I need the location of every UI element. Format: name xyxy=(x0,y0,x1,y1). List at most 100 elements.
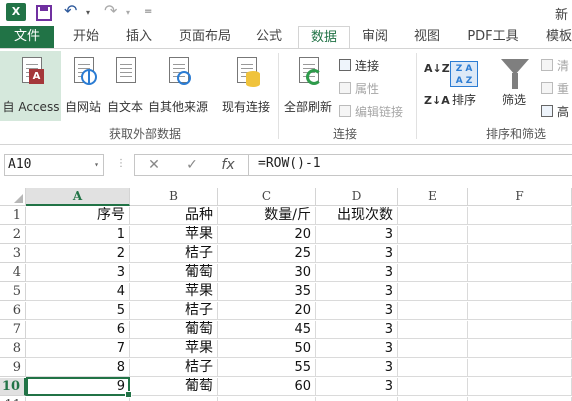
from-web-button[interactable]: 自网站 xyxy=(64,57,102,119)
active-cell-selection[interactable] xyxy=(26,377,132,398)
filter-button[interactable]: 筛选 xyxy=(502,91,526,108)
sort-az-button[interactable]: A↓Z xyxy=(424,63,450,74)
properties-button[interactable]: 属性 xyxy=(339,80,379,97)
grid-cell[interactable]: 苹果 xyxy=(130,340,218,358)
grid-cell[interactable]: 35 xyxy=(218,283,316,301)
grid-cell[interactable]: 4 xyxy=(26,283,130,301)
cancel-icon[interactable]: ✕ xyxy=(142,155,166,175)
grid-cell[interactable] xyxy=(468,264,572,282)
grid-cell[interactable]: 45 xyxy=(218,321,316,339)
column-header-c[interactable]: C xyxy=(218,188,316,206)
grid-cell[interactable]: 序号 xyxy=(26,207,130,225)
grid-cell[interactable] xyxy=(468,321,572,339)
tab-formulas[interactable]: 公式 xyxy=(246,26,292,49)
grid-cell[interactable] xyxy=(468,340,572,358)
from-text-button[interactable]: 自文本 xyxy=(106,57,144,119)
sort-button[interactable]: 排序 xyxy=(452,91,476,108)
row-header[interactable]: 5 xyxy=(0,283,26,301)
grid-cell[interactable] xyxy=(398,264,468,282)
grid-cell[interactable] xyxy=(398,321,468,339)
grid-cell[interactable]: 3 xyxy=(316,226,398,244)
grid-cell[interactable] xyxy=(316,397,398,401)
grid-cell[interactable]: 苹果 xyxy=(130,283,218,301)
grid-cell[interactable]: 3 xyxy=(316,245,398,263)
grid-cell[interactable]: 3 xyxy=(316,340,398,358)
redo-icon[interactable]: ↷ xyxy=(104,1,117,20)
grid-cell[interactable]: 3 xyxy=(316,359,398,377)
grid-cell[interactable] xyxy=(218,397,316,401)
tab-templates[interactable]: 模板 xyxy=(536,26,572,49)
grid-cell[interactable]: 55 xyxy=(218,359,316,377)
clear-filter-button[interactable]: 清 xyxy=(541,57,569,74)
tab-view[interactable]: 视图 xyxy=(404,26,450,49)
grid-cell[interactable] xyxy=(398,226,468,244)
grid-cell[interactable]: 5 xyxy=(26,302,130,320)
grid-cell[interactable]: 8 xyxy=(26,359,130,377)
insert-function-icon[interactable]: fx xyxy=(216,155,240,175)
row-header[interactable]: 11 xyxy=(0,397,26,401)
reapply-button[interactable]: 重 xyxy=(541,80,569,97)
grid-cell[interactable]: 6 xyxy=(26,321,130,339)
sort-icon[interactable]: Z AA Z xyxy=(450,61,478,87)
connections-button[interactable]: 连接 xyxy=(339,57,379,74)
grid-cell[interactable] xyxy=(398,302,468,320)
column-header-d[interactable]: D xyxy=(316,188,398,206)
grid-cell[interactable]: 3 xyxy=(316,283,398,301)
tab-page-layout[interactable]: 页面布局 xyxy=(168,26,242,49)
grid-cell[interactable]: 桔子 xyxy=(130,359,218,377)
grid-cell[interactable]: 1 xyxy=(26,226,130,244)
edit-links-button[interactable]: 编辑链接 xyxy=(339,103,403,120)
grid-cell[interactable]: 50 xyxy=(218,340,316,358)
grid-cell[interactable] xyxy=(468,397,572,401)
grid-cell[interactable]: 3 xyxy=(316,321,398,339)
grid-cell[interactable]: 苹果 xyxy=(130,226,218,244)
column-header-b[interactable]: B xyxy=(130,188,218,206)
row-header[interactable]: 7 xyxy=(0,321,26,339)
grid-cell[interactable] xyxy=(468,302,572,320)
name-box[interactable]: A10 ▾ xyxy=(4,154,104,176)
grid-cell[interactable]: 出现次数 xyxy=(316,207,398,225)
grid-cell[interactable]: 2 xyxy=(26,245,130,263)
grid-cell[interactable]: 数量/斤 xyxy=(218,207,316,225)
refresh-all-button[interactable]: 全部刷新 xyxy=(282,57,334,119)
row-header[interactable]: 10 xyxy=(0,378,26,396)
enter-icon[interactable]: ✓ xyxy=(180,155,204,175)
tab-review[interactable]: 审阅 xyxy=(352,26,398,49)
row-header[interactable]: 8 xyxy=(0,340,26,358)
grid-cell[interactable]: 3 xyxy=(316,302,398,320)
tab-file[interactable]: 文件 xyxy=(0,26,54,49)
grid-cell[interactable]: 桔子 xyxy=(130,302,218,320)
grid-cell[interactable]: 20 xyxy=(218,226,316,244)
save-icon[interactable] xyxy=(36,5,52,21)
customize-toolbar-icon[interactable]: = xyxy=(144,6,152,17)
row-header[interactable]: 4 xyxy=(0,264,26,282)
filter-funnel-icon[interactable] xyxy=(501,59,529,89)
grid-cell[interactable] xyxy=(398,245,468,263)
grid-cell[interactable] xyxy=(398,397,468,401)
grid-cell[interactable] xyxy=(130,397,218,401)
grid-cell[interactable] xyxy=(26,397,130,401)
grid-cell[interactable] xyxy=(468,283,572,301)
grid-cell[interactable] xyxy=(398,378,468,396)
advanced-filter-button[interactable]: 高 xyxy=(541,103,569,120)
row-header[interactable]: 1 xyxy=(0,207,26,225)
formula-input[interactable]: =ROW()-1 xyxy=(258,154,321,176)
row-header[interactable]: 2 xyxy=(0,226,26,244)
grid-cell[interactable]: 3 xyxy=(26,264,130,282)
row-header[interactable]: 3 xyxy=(0,245,26,263)
grid-cell[interactable]: 品种 xyxy=(130,207,218,225)
grid-cell[interactable]: 25 xyxy=(218,245,316,263)
grid-cell[interactable] xyxy=(398,340,468,358)
from-access-button[interactable]: A 自 Access xyxy=(0,57,62,119)
grid-cell[interactable] xyxy=(398,359,468,377)
grid-cell[interactable]: 葡萄 xyxy=(130,321,218,339)
tab-insert[interactable]: 插入 xyxy=(113,26,165,49)
grid-cell[interactable]: 3 xyxy=(316,264,398,282)
redo-dropdown-icon[interactable]: ▾ xyxy=(126,8,130,17)
row-header[interactable]: 9 xyxy=(0,359,26,377)
formula-bar-grip-icon[interactable]: ⋮ xyxy=(116,158,126,169)
grid-cell[interactable] xyxy=(468,226,572,244)
grid-cell[interactable] xyxy=(468,378,572,396)
column-header-f[interactable]: F xyxy=(468,188,572,206)
grid-cell[interactable]: 30 xyxy=(218,264,316,282)
